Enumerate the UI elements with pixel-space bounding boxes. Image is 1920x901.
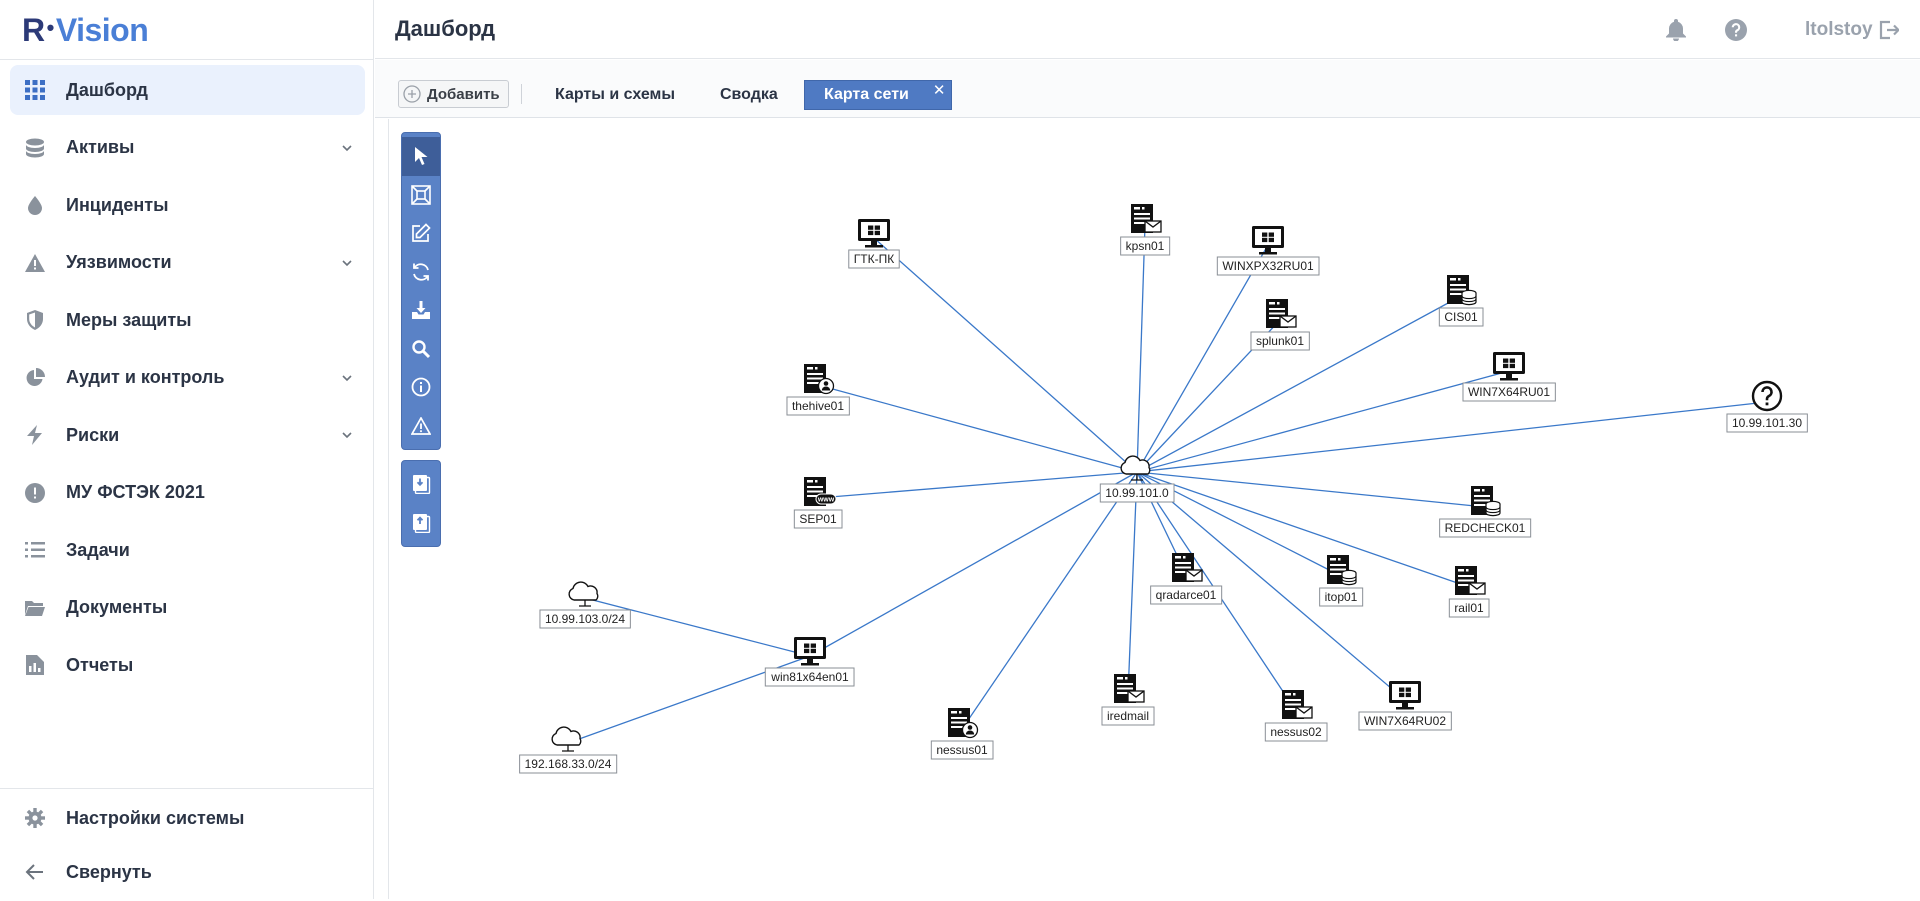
map-link-center-win7a — [1136, 370, 1510, 473]
map-node-label: nessus02 — [1270, 725, 1322, 739]
workstation-icon — [1389, 681, 1421, 710]
server-icon — [1172, 553, 1203, 582]
map-node-net192[interactable]: 192.168.33.0/24 — [519, 726, 618, 774]
export-map-icon — [413, 513, 431, 533]
map-node-win7b[interactable]: WIN7X64RU02 — [1358, 681, 1452, 731]
map-node-label: thehive01 — [792, 399, 844, 413]
info-tool-button[interactable] — [402, 368, 440, 407]
map-node-label: CIS01 — [1444, 310, 1478, 324]
map-node-kpsn[interactable]: kpsn01 — [1120, 204, 1171, 256]
map-link-center-unk — [1136, 401, 1768, 473]
search-tool-button[interactable] — [402, 330, 440, 369]
warnings-tool-button[interactable] — [402, 407, 440, 446]
layout-tool-button[interactable] — [402, 176, 440, 215]
map-node-center[interactable]: 10.99.101.0 — [1099, 455, 1175, 503]
info-icon — [411, 377, 431, 397]
map-link-center-win81 — [809, 471, 1138, 657]
map-node-win7a[interactable]: WIN7X64RU01 — [1462, 352, 1556, 402]
export-map-button[interactable] — [402, 504, 440, 543]
refresh-tool-button[interactable] — [402, 253, 440, 292]
map-node-label: 10.99.101.0 — [1105, 486, 1169, 500]
refresh-icon — [413, 263, 429, 281]
map-link-center-kpsn — [1136, 224, 1146, 473]
network-map: ГТК-ПК kpsn01 WINXPX32RU01 CIS01 splunk01 WIN… — [519, 204, 1808, 774]
workstation-icon — [794, 637, 826, 666]
map-node-net103[interactable]: 10.99.103.0/24 — [539, 581, 631, 629]
map-node-label: rail01 — [1454, 601, 1484, 615]
map-toolbar — [401, 132, 441, 557]
map-node-label: 192.168.33.0/24 — [525, 757, 612, 771]
map-toolbar-group-io — [401, 460, 441, 547]
map-node-nessus02[interactable]: nessus02 — [1264, 690, 1328, 742]
svg-text:www: www — [817, 497, 835, 504]
server-icon — [1114, 674, 1145, 703]
map-node-label: REDCHECK01 — [1445, 521, 1526, 535]
server-icon — [1131, 204, 1162, 233]
edit-icon — [412, 223, 431, 243]
import-map-icon — [413, 475, 431, 495]
workstation-icon — [858, 219, 890, 248]
map-node-label: ГТК-ПК — [854, 252, 894, 266]
map-node-label: kpsn01 — [1126, 239, 1165, 253]
map-node-splunk[interactable]: splunk01 — [1250, 299, 1310, 351]
map-node-label: WIN7X64RU01 — [1468, 385, 1550, 399]
map-node-label: 10.99.101.30 — [1732, 416, 1802, 430]
map-link-center-iredmail — [1127, 471, 1138, 696]
cloud-icon — [551, 726, 582, 752]
server-icon — [1266, 299, 1297, 328]
edit-tool-button[interactable] — [402, 214, 440, 253]
cloud-icon — [568, 581, 599, 607]
map-nodes: ГТК-ПК kpsn01 WINXPX32RU01 CIS01 splunk01 WIN… — [519, 204, 1808, 774]
workstation-icon — [1252, 226, 1284, 255]
map-node-iredmail[interactable]: iredmail — [1101, 674, 1155, 726]
server-icon — [1447, 275, 1477, 306]
cursor-icon — [415, 147, 428, 166]
map-link-center-thehive — [817, 384, 1138, 473]
map-toolbar-group-main — [401, 132, 441, 450]
map-node-label: SEP01 — [799, 512, 837, 526]
map-node-label: nessus01 — [936, 743, 988, 757]
map-link-center-nessus01 — [961, 471, 1138, 730]
map-node-label: splunk01 — [1256, 334, 1304, 348]
select-tool-button[interactable] — [402, 137, 440, 176]
server-icon — [1327, 555, 1357, 586]
map-node-cis[interactable]: CIS01 — [1438, 275, 1484, 327]
import-tool-button[interactable] — [402, 291, 440, 330]
import-map-button[interactable] — [402, 465, 440, 504]
server-icon — [804, 364, 835, 395]
map-node-rail[interactable]: rail01 — [1448, 566, 1490, 618]
map-node-win81[interactable]: win81x64en01 — [764, 637, 855, 687]
map-node-label: 10.99.103.0/24 — [545, 612, 625, 626]
server-icon — [1471, 486, 1501, 517]
map-node-label: win81x64en01 — [770, 670, 849, 684]
map-link-center-sep — [817, 471, 1138, 499]
map-node-redcheck[interactable]: REDCHECK01 — [1439, 486, 1532, 538]
tray-download-icon — [412, 301, 430, 320]
network-layout-icon — [411, 184, 431, 205]
map-node-label: qradarce01 — [1156, 588, 1217, 602]
map-node-unk[interactable]: 10.99.101.30 — [1726, 380, 1808, 433]
map-node-qradar[interactable]: qradarce01 — [1150, 553, 1223, 605]
map-node-thehive[interactable]: thehive01 — [786, 364, 850, 416]
map-node-nessus01[interactable]: nessus01 — [930, 708, 994, 760]
server-icon: www — [804, 477, 837, 506]
map-node-label: WINXPX32RU01 — [1222, 259, 1314, 273]
map-node-itop[interactable]: itop01 — [1319, 555, 1364, 607]
workstation-icon — [1493, 352, 1525, 381]
map-link-center-winxp — [1136, 244, 1269, 473]
warning-icon — [411, 416, 431, 435]
map-link-center-gtk — [873, 237, 1138, 473]
map-node-winxp[interactable]: WINXPX32RU01 — [1216, 226, 1320, 276]
map-node-label: WIN7X64RU02 — [1364, 714, 1446, 728]
server-icon — [1282, 690, 1313, 719]
search-icon — [412, 340, 431, 358]
server-icon — [1455, 566, 1486, 595]
map-node-label: itop01 — [1325, 590, 1358, 604]
map-link-center-cis — [1136, 295, 1462, 473]
map-node-sep[interactable]: www SEP01 — [793, 477, 843, 529]
question-icon — [1751, 380, 1783, 412]
map-node-gtk[interactable]: ГТК-ПК — [848, 219, 900, 269]
map-node-label: iredmail — [1107, 709, 1149, 723]
